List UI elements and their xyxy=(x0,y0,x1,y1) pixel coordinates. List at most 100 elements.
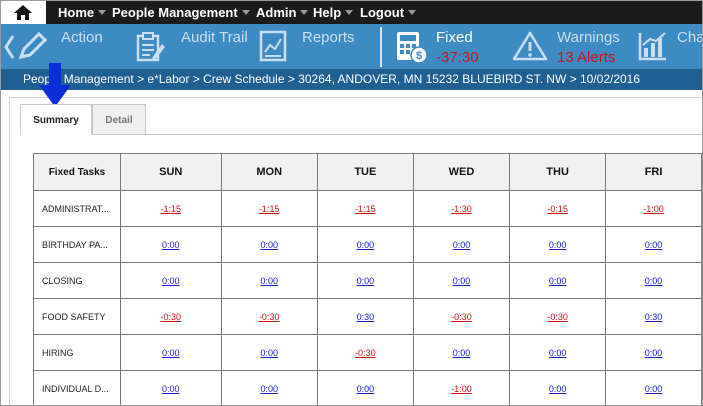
bar-chart-icon[interactable] xyxy=(637,30,669,62)
table-row: ADMINISTRAT... -1:15 -1:15 -1:15 -1:30 -0:15 -… xyxy=(33,190,702,227)
time-value-link[interactable]: 0:00 xyxy=(645,348,663,358)
value-cell-tue: -1:15 xyxy=(316,190,414,227)
value-cell-tue: 0:00 xyxy=(316,226,414,263)
time-value-link[interactable]: -0:30 xyxy=(355,348,376,358)
fixed-value[interactable]: -37:30 xyxy=(436,49,479,66)
home-button[interactable] xyxy=(1,1,46,24)
value-cell-wed: 0:00 xyxy=(412,334,511,371)
menu-help-label: Help xyxy=(313,5,342,20)
column-header-tue: TUE xyxy=(316,153,414,191)
time-value-link[interactable]: 0:00 xyxy=(357,240,375,250)
value-cell-mon: -1:15 xyxy=(220,190,318,227)
time-value-link[interactable]: 0:00 xyxy=(645,276,663,286)
audit-trail-button[interactable]: Audit Trail xyxy=(134,24,254,69)
value-cell-thu: 0:00 xyxy=(509,334,607,371)
time-value-link[interactable]: -1:15 xyxy=(160,204,181,214)
reports-button[interactable]: Reports xyxy=(258,24,368,69)
value-cell-sun: 0:00 xyxy=(119,226,222,263)
time-value-link[interactable]: 0:00 xyxy=(453,276,471,286)
menu-logout[interactable]: Logout xyxy=(360,5,417,20)
column-header-thu: THU xyxy=(509,153,607,191)
time-value-link[interactable]: 0:00 xyxy=(549,384,567,394)
time-value-link[interactable]: -1:00 xyxy=(643,204,664,214)
time-value-link[interactable]: -1:15 xyxy=(259,204,280,214)
chevron-down-icon xyxy=(300,10,309,16)
time-value-link[interactable]: -0:15 xyxy=(547,204,568,214)
value-cell-thu: -0:15 xyxy=(509,190,607,227)
time-value-link[interactable]: 0:00 xyxy=(162,384,180,394)
tab-detail[interactable]: Detail xyxy=(92,104,146,135)
value-cell-mon: 0:00 xyxy=(220,262,318,299)
warning-icon xyxy=(512,31,548,61)
back-chevron-icon[interactable] xyxy=(3,34,15,60)
time-value-link[interactable]: 0:00 xyxy=(162,276,180,286)
warnings-label: Warnings xyxy=(557,29,620,46)
time-value-link[interactable]: -0:30 xyxy=(160,312,181,322)
column-header-fri: FRI xyxy=(605,153,702,191)
value-cell-fri: 0:00 xyxy=(605,370,702,405)
time-value-link[interactable]: -0:30 xyxy=(547,312,568,322)
menu-home[interactable]: Home xyxy=(58,5,107,20)
charts-label: Cha xyxy=(677,29,703,46)
menu-admin-label: Admin xyxy=(256,5,297,20)
time-value-link[interactable]: 0:00 xyxy=(453,240,471,250)
time-value-link[interactable]: 0:00 xyxy=(162,348,180,358)
value-cell-fri: 0:30 xyxy=(605,298,702,335)
reports-label: Reports xyxy=(302,29,355,46)
value-cell-fri: 0:00 xyxy=(605,334,702,371)
time-value-link[interactable]: 0:00 xyxy=(645,240,663,250)
audit-trail-label: Audit Trail xyxy=(181,29,248,46)
clipboard-icon xyxy=(136,32,165,62)
time-value-link[interactable]: 0:00 xyxy=(260,348,278,358)
time-value-link[interactable]: 0:30 xyxy=(357,312,375,322)
time-value-link[interactable]: -1:30 xyxy=(451,204,472,214)
breadcrumb-text[interactable]: People Management > e*Labor > Crew Sched… xyxy=(23,69,640,90)
time-value-link[interactable]: 0:00 xyxy=(162,240,180,250)
value-cell-fri: 0:00 xyxy=(605,262,702,299)
fixed-label: Fixed xyxy=(436,29,473,46)
table-row: CLOSING 0:00 0:00 0:00 0:00 0:00 0:00 xyxy=(33,262,702,299)
time-value-link[interactable]: 0:00 xyxy=(549,276,567,286)
table-row: HIRING 0:00 0:00 -0:30 0:00 0:00 0:00 xyxy=(33,334,702,371)
value-cell-sun: 0:00 xyxy=(119,262,222,299)
value-cell-sun: 0:00 xyxy=(119,370,222,405)
value-cell-sun: -0:30 xyxy=(119,298,222,335)
time-value-link[interactable]: 0:00 xyxy=(645,384,663,394)
chevron-down-icon xyxy=(408,10,417,16)
time-value-link[interactable]: 0:00 xyxy=(549,240,567,250)
column-header-sun: SUN xyxy=(119,153,222,191)
menu-home-label: Home xyxy=(58,5,95,20)
menu-bar: Home People Management Admin Help Logout xyxy=(1,1,702,24)
tab-summary[interactable]: Summary xyxy=(20,104,92,135)
time-value-link[interactable]: 0:30 xyxy=(645,312,663,322)
app-window: Home People Management Admin Help Logout… xyxy=(0,0,703,406)
value-cell-wed: -1:30 xyxy=(412,190,511,227)
time-value-link[interactable]: 0:00 xyxy=(260,384,278,394)
task-name-cell: HIRING xyxy=(33,334,121,371)
table-header-row: Fixed Tasks SUN MON TUE WED THU FRI xyxy=(33,153,702,191)
time-value-link[interactable]: 0:00 xyxy=(357,276,375,286)
menu-people-management[interactable]: People Management xyxy=(112,5,250,20)
time-value-link[interactable]: 0:00 xyxy=(260,240,278,250)
calculator-dollar-icon: $ xyxy=(397,32,428,64)
time-value-link[interactable]: 0:00 xyxy=(453,348,471,358)
value-cell-thu: -0:30 xyxy=(509,298,607,335)
breadcrumb: People Management > e*Labor > Crew Sched… xyxy=(1,69,702,90)
time-value-link[interactable]: -1:00 xyxy=(451,384,472,394)
value-cell-tue: 0:00 xyxy=(316,370,414,405)
alerts-value[interactable]: 13 Alerts xyxy=(557,49,615,66)
fixed-tasks-table: Fixed Tasks SUN MON TUE WED THU FRI ADMI… xyxy=(33,153,702,405)
menu-admin[interactable]: Admin xyxy=(256,5,309,20)
table-row: INDIVIDUAL D... 0:00 0:00 0:00 -1:00 0:00 0:00 xyxy=(33,370,702,405)
time-value-link[interactable]: -0:30 xyxy=(259,312,280,322)
time-value-link[interactable]: 0:00 xyxy=(357,384,375,394)
value-cell-thu: 0:00 xyxy=(509,262,607,299)
time-value-link[interactable]: -1:15 xyxy=(355,204,376,214)
time-value-link[interactable]: 0:00 xyxy=(549,348,567,358)
value-cell-tue: 0:30 xyxy=(316,298,414,335)
menu-help[interactable]: Help xyxy=(313,5,354,20)
time-value-link[interactable]: 0:00 xyxy=(260,276,278,286)
time-value-link[interactable]: -0:30 xyxy=(451,312,472,322)
value-cell-sun: 0:00 xyxy=(119,334,222,371)
svg-text:$: $ xyxy=(416,50,422,62)
